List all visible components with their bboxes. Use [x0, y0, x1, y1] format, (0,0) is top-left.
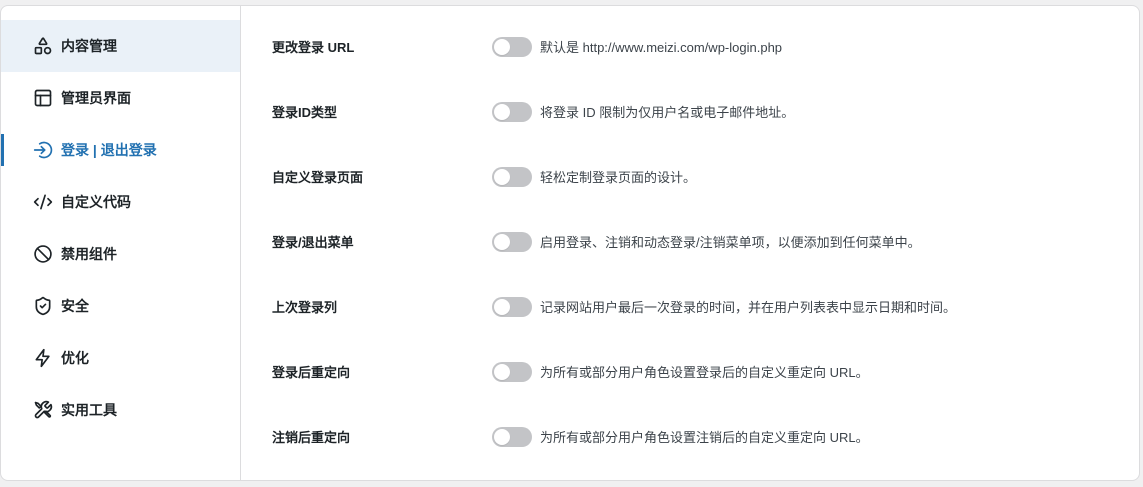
- sidebar-item-label: 自定义代码: [61, 194, 131, 210]
- shapes-icon: [33, 36, 53, 56]
- sidebar-item-label: 安全: [61, 298, 89, 314]
- toggle-knob: [494, 428, 510, 445]
- setting-label: 更改登录 URL: [272, 40, 355, 55]
- login-logout-menu-toggle[interactable]: [492, 231, 532, 252]
- setting-description: 轻松定制登录页面的设计。: [540, 170, 697, 185]
- sidebar-item-label: 禁用组件: [61, 246, 117, 262]
- redirect-after-login-toggle[interactable]: [492, 361, 532, 382]
- settings-card: 内容管理 管理员界面 登录 | 退出登录 自定义代码 禁用组件 安全 优化 实用…: [0, 5, 1140, 481]
- change-login-url-toggle[interactable]: [492, 36, 532, 57]
- toggle-knob: [494, 298, 510, 315]
- toggle-knob: [494, 103, 510, 120]
- shield-check-icon: [33, 296, 53, 316]
- setting-description: 启用登录、注销和动态登录/注销菜单项，以便添加到任何菜单中。: [540, 235, 921, 250]
- setting-description: 将登录 ID 限制为仅用户名或电子邮件地址。: [540, 105, 795, 120]
- layout-panel-icon: [33, 88, 53, 108]
- setting-label: 注销后重定向: [272, 430, 351, 445]
- sidebar-item-label: 实用工具: [61, 402, 117, 418]
- sidebar-item-label: 登录 | 退出登录: [61, 142, 157, 158]
- settings-sidebar: 内容管理 管理员界面 登录 | 退出登录 自定义代码 禁用组件 安全 优化 实用…: [1, 6, 241, 480]
- toggle-knob: [494, 38, 510, 55]
- sidebar-item-content-management[interactable]: 内容管理: [1, 20, 240, 72]
- ban-icon: [33, 244, 53, 264]
- setting-label: 登录后重定向: [272, 365, 351, 380]
- sidebar-item-label: 优化: [61, 350, 89, 366]
- sidebar-item-utilities[interactable]: 实用工具: [1, 384, 240, 436]
- sidebar-item-login-logout[interactable]: 登录 | 退出登录: [1, 124, 240, 176]
- sidebar-item-security[interactable]: 安全: [1, 280, 240, 332]
- tools-icon: [33, 400, 53, 420]
- last-login-column-toggle[interactable]: [492, 296, 532, 317]
- setting-label: 登录ID类型: [272, 105, 338, 120]
- setting-label: 自定义登录页面: [272, 170, 364, 185]
- setting-row-redirect-after-login: 登录后重定向 为所有或部分用户角色设置登录后的自定义重定向 URL。: [272, 339, 1139, 404]
- settings-panel: 更改登录 URL 默认是 http://www.meizi.com/wp-log…: [241, 6, 1139, 480]
- sidebar-item-label: 管理员界面: [61, 90, 131, 106]
- setting-row-login-id-type: 登录ID类型 将登录 ID 限制为仅用户名或电子邮件地址。: [272, 79, 1139, 144]
- sidebar-item-optimizations[interactable]: 优化: [1, 332, 240, 384]
- setting-label: 上次登录列: [272, 300, 338, 315]
- redirect-after-logout-toggle[interactable]: [492, 426, 532, 447]
- setting-row-custom-login-page: 自定义登录页面 轻松定制登录页面的设计。: [272, 144, 1139, 209]
- sidebar-item-admin-interface[interactable]: 管理员界面: [1, 72, 240, 124]
- toggle-knob: [494, 168, 510, 185]
- setting-description: 为所有或部分用户角色设置注销后的自定义重定向 URL。: [540, 430, 869, 445]
- sidebar-item-disable-components[interactable]: 禁用组件: [1, 228, 240, 280]
- setting-row-last-login-column: 上次登录列 记录网站用户最后一次登录的时间，并在用户列表表中显示日期和时间。: [272, 274, 1139, 339]
- setting-description: 记录网站用户最后一次登录的时间，并在用户列表表中显示日期和时间。: [540, 300, 957, 315]
- toggle-knob: [494, 233, 510, 250]
- setting-label: 登录/退出菜单: [272, 235, 354, 250]
- code-icon: [33, 192, 53, 212]
- zap-icon: [33, 348, 53, 368]
- setting-row-redirect-after-logout: 注销后重定向 为所有或部分用户角色设置注销后的自定义重定向 URL。: [272, 404, 1139, 469]
- log-in-icon: [33, 140, 53, 160]
- sidebar-item-label: 内容管理: [61, 38, 117, 54]
- setting-row-change-login-url: 更改登录 URL 默认是 http://www.meizi.com/wp-log…: [272, 14, 1139, 79]
- setting-description: 为所有或部分用户角色设置登录后的自定义重定向 URL。: [540, 365, 869, 380]
- toggle-knob: [494, 363, 510, 380]
- setting-row-login-logout-menu: 登录/退出菜单 启用登录、注销和动态登录/注销菜单项，以便添加到任何菜单中。: [272, 209, 1139, 274]
- sidebar-item-custom-code[interactable]: 自定义代码: [1, 176, 240, 228]
- login-id-type-toggle[interactable]: [492, 101, 532, 122]
- setting-description: 默认是 http://www.meizi.com/wp-login.php: [540, 40, 783, 55]
- custom-login-page-toggle[interactable]: [492, 166, 532, 187]
